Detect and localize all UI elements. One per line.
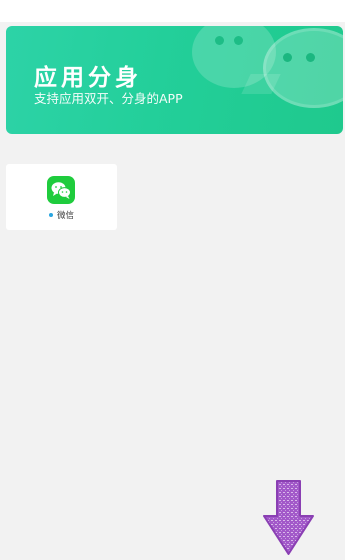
bubble-dot	[234, 36, 243, 45]
app-card-wechat[interactable]: 微信	[6, 164, 117, 230]
chat-bubble-large-icon	[263, 28, 343, 108]
bubble-dot	[306, 53, 315, 62]
down-arrow-icon	[263, 480, 314, 556]
wechat-icon	[47, 176, 75, 204]
bubble-dot	[215, 36, 224, 45]
right-edge	[345, 0, 349, 560]
feature-banner[interactable]: 应用分身 支持应用双开、分身的APP	[6, 26, 343, 134]
status-bar-area	[0, 0, 349, 22]
banner-subtitle: 支持应用双开、分身的APP	[34, 91, 183, 106]
banner-title: 应用分身	[34, 65, 142, 91]
bubble-dot	[283, 53, 292, 62]
app-label-row: 微信	[6, 209, 117, 221]
app-label: 微信	[56, 211, 74, 221]
status-dot	[48, 213, 53, 217]
